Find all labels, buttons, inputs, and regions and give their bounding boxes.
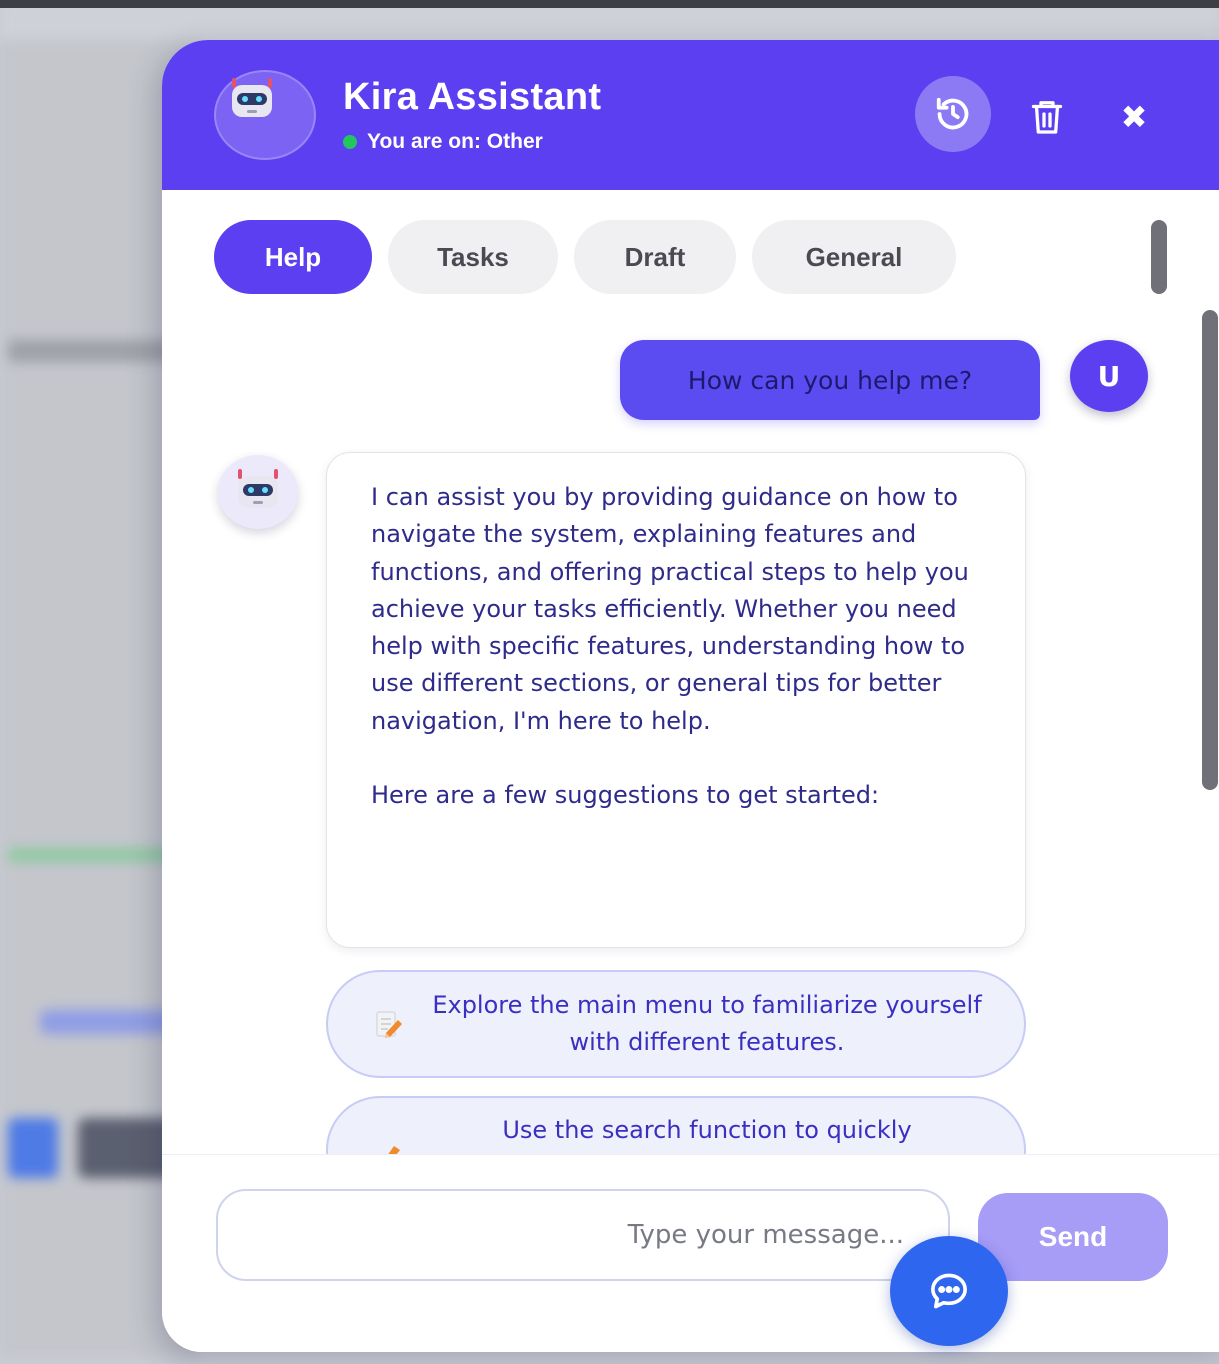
close-button[interactable]: ✖ bbox=[1109, 94, 1159, 140]
background-text-line bbox=[8, 340, 188, 362]
background-topbar bbox=[0, 0, 1219, 8]
trash-icon bbox=[1031, 101, 1063, 134]
tabs-scrollbar[interactable] bbox=[1151, 220, 1167, 294]
clear-chat-button[interactable] bbox=[1020, 92, 1074, 142]
chat-tabs: Help Tasks Draft General bbox=[214, 220, 956, 294]
bot-message-paragraph: Here are a few suggestions to get starte… bbox=[371, 781, 880, 810]
tab-general[interactable]: General bbox=[752, 220, 956, 294]
pencil-icon bbox=[372, 1136, 406, 1154]
assistant-avatar bbox=[214, 70, 316, 160]
user-message: How can you help me? bbox=[620, 340, 1040, 420]
tab-help[interactable]: Help bbox=[214, 220, 372, 294]
chat-bubble-icon bbox=[931, 1273, 967, 1309]
suggestion-text: Explore the main menu to familiarize you… bbox=[432, 991, 982, 1056]
assistant-title: Kira Assistant bbox=[343, 76, 602, 118]
suggestion-chip[interactable]: Use the search function to quickly bbox=[326, 1096, 1026, 1154]
suggestion-chip[interactable]: Explore the main menu to familiarize you… bbox=[326, 970, 1026, 1078]
close-icon: ✖ bbox=[1120, 98, 1148, 136]
memo-pencil-icon bbox=[372, 1007, 406, 1041]
tab-tasks[interactable]: Tasks bbox=[388, 220, 558, 294]
background-button-blue bbox=[8, 1118, 58, 1178]
message-input[interactable] bbox=[216, 1189, 950, 1281]
bot-message-paragraph: I can assist you by providing guidance o… bbox=[371, 483, 969, 735]
bot-message: I can assist you by providing guidance o… bbox=[326, 452, 1026, 948]
history-button[interactable] bbox=[915, 76, 991, 152]
message-list: How can you help me? U I can assist you … bbox=[162, 310, 1219, 1154]
history-icon bbox=[936, 97, 969, 130]
robot-icon bbox=[232, 469, 284, 511]
context-status: You are on: Other bbox=[343, 130, 543, 154]
bot-avatar bbox=[218, 455, 298, 529]
user-message-text: How can you help me? bbox=[687, 365, 973, 395]
online-status-dot bbox=[343, 135, 357, 149]
tab-draft[interactable]: Draft bbox=[574, 220, 736, 294]
robot-icon bbox=[226, 78, 278, 120]
chat-header: Kira Assistant You are on: Other ✖ bbox=[162, 40, 1219, 190]
chat-window: Kira Assistant You are on: Other ✖ Help … bbox=[162, 40, 1219, 1352]
context-status-text: You are on: Other bbox=[367, 130, 543, 153]
send-button[interactable]: Send bbox=[978, 1193, 1168, 1281]
suggestion-text: Use the search function to quickly bbox=[502, 1116, 912, 1144]
chat-launcher-button[interactable] bbox=[890, 1236, 1008, 1346]
messages-scrollbar[interactable] bbox=[1202, 310, 1218, 790]
composer: Send bbox=[162, 1154, 1219, 1352]
background-link bbox=[40, 1010, 180, 1034]
user-avatar: U bbox=[1070, 340, 1148, 412]
